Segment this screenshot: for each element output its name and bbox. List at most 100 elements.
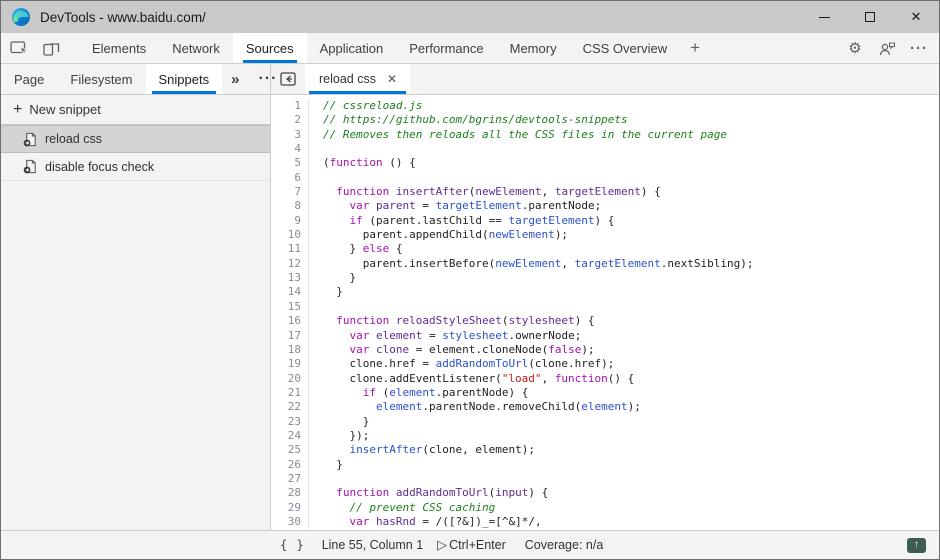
tab-elements[interactable]: Elements — [79, 33, 159, 63]
line-number[interactable]: 29 — [271, 501, 308, 515]
code-line[interactable]: 20 clone.addEventListener("load", functi… — [271, 372, 939, 386]
code-line[interactable]: 3// Removes then reloads all the CSS fil… — [271, 128, 939, 142]
line-number[interactable]: 2 — [271, 113, 308, 127]
more-tabs-chevron-icon[interactable]: » — [222, 64, 248, 94]
line-number[interactable]: 14 — [271, 285, 308, 299]
close-button[interactable]: ✕ — [893, 1, 939, 33]
line-number[interactable]: 20 — [271, 372, 308, 386]
line-number[interactable]: 25 — [271, 443, 308, 457]
code-line[interactable]: 19 clone.href = addRandomToUrl(clone.hre… — [271, 357, 939, 371]
code-line[interactable]: 22 element.parentNode.removeChild(elemen… — [271, 400, 939, 414]
code-line[interactable]: 26 } — [271, 458, 939, 472]
close-tab-icon[interactable]: ✕ — [384, 71, 400, 87]
sidebar-tab-filesystem[interactable]: Filesystem — [57, 64, 145, 94]
line-number[interactable]: 5 — [271, 156, 308, 170]
inspect-element-icon[interactable] — [3, 33, 35, 63]
code-line[interactable]: 12 parent.insertBefore(newElement, targe… — [271, 257, 939, 271]
line-number[interactable]: 3 — [271, 128, 308, 142]
tab-memory[interactable]: Memory — [497, 33, 570, 63]
code-line[interactable]: 18 var clone = element.cloneNode(false); — [271, 343, 939, 357]
code-line[interactable]: 5(function () { — [271, 156, 939, 170]
sidebar-tab-page[interactable]: Page — [1, 64, 57, 94]
line-number[interactable]: 19 — [271, 357, 308, 371]
code-line[interactable]: 17 var element = stylesheet.ownerNode; — [271, 329, 939, 343]
line-number[interactable]: 27 — [271, 472, 308, 486]
settings-gear-icon[interactable]: ⚙ — [839, 33, 871, 63]
line-number[interactable]: 9 — [271, 214, 308, 228]
line-number[interactable]: 21 — [271, 386, 308, 400]
hide-navigator-icon[interactable] — [271, 64, 305, 94]
code-line[interactable]: 11 } else { — [271, 242, 939, 256]
line-number[interactable]: 30 — [271, 515, 308, 529]
code-line[interactable]: 7 function insertAfter(newElement, targe… — [271, 185, 939, 199]
line-number[interactable]: 10 — [271, 228, 308, 242]
line-number[interactable]: 23 — [271, 415, 308, 429]
code-line[interactable]: 30 var hasRnd = /([?&])_=[^&]*/, — [271, 515, 939, 529]
snippet-name: reload css — [45, 132, 102, 146]
code-line[interactable]: 23 } — [271, 415, 939, 429]
line-number[interactable]: 11 — [271, 242, 308, 256]
line-number[interactable]: 15 — [271, 300, 308, 314]
line-number[interactable]: 6 — [271, 171, 308, 185]
code-line[interactable]: 16 function reloadStyleSheet(stylesheet)… — [271, 314, 939, 328]
feedback-icon[interactable] — [871, 33, 903, 63]
more-options-icon[interactable]: ··· — [903, 33, 935, 63]
code-line[interactable]: 27 — [271, 472, 939, 486]
tab-network[interactable]: Network — [159, 33, 233, 63]
device-emulation-icon[interactable] — [35, 33, 67, 63]
code-line[interactable]: 13 } — [271, 271, 939, 285]
tab-application[interactable]: Application — [307, 33, 397, 63]
gutter-divider — [308, 242, 315, 256]
line-number[interactable]: 24 — [271, 429, 308, 443]
editor-tab-reload-css[interactable]: reload css ✕ — [305, 64, 410, 94]
code-line[interactable]: 2// https://github.com/bgrins/devtools-s… — [271, 113, 939, 127]
tab-sources[interactable]: Sources — [233, 33, 307, 63]
code-line[interactable]: 10 parent.appendChild(newElement); — [271, 228, 939, 242]
code-line[interactable]: 8 var parent = targetElement.parentNode; — [271, 199, 939, 213]
format-code-button[interactable]: { } — [280, 538, 305, 552]
code-line[interactable]: 15 — [271, 300, 939, 314]
sidebar-tab-snippets[interactable]: Snippets — [146, 64, 223, 94]
gutter-divider — [308, 156, 315, 170]
add-panel-icon[interactable]: + — [680, 33, 710, 63]
new-snippet-label: New snippet — [29, 102, 101, 117]
line-number[interactable]: 17 — [271, 329, 308, 343]
run-snippet-hint[interactable]: ▷ Ctrl+Enter — [437, 537, 506, 553]
snippet-item-disable-focus-check[interactable]: disable focus check — [1, 153, 270, 181]
line-number[interactable]: 12 — [271, 257, 308, 271]
code-line[interactable]: 9 if (parent.lastChild == targetElement)… — [271, 214, 939, 228]
code-text: element.parentNode.removeChild(element); — [315, 400, 641, 414]
code-line[interactable]: 21 if (element.parentNode) { — [271, 386, 939, 400]
code-line[interactable]: 14 } — [271, 285, 939, 299]
code-line[interactable]: 24 }); — [271, 429, 939, 443]
line-number[interactable]: 18 — [271, 343, 308, 357]
new-snippet-button[interactable]: + New snippet — [1, 95, 270, 125]
open-drawer-icon[interactable]: ↑ — [907, 538, 926, 553]
gutter-divider — [308, 372, 315, 386]
line-number[interactable]: 16 — [271, 314, 308, 328]
line-number[interactable]: 7 — [271, 185, 308, 199]
snippet-item-reload-css[interactable]: reload css — [1, 125, 270, 153]
code-line[interactable]: 28 function addRandomToUrl(input) { — [271, 486, 939, 500]
editor-tab-bar: reload css ✕ — [271, 64, 939, 94]
code-line[interactable]: 6 — [271, 171, 939, 185]
code-text — [315, 171, 323, 185]
line-number[interactable]: 28 — [271, 486, 308, 500]
minimize-button[interactable] — [801, 1, 847, 33]
line-number[interactable]: 22 — [271, 400, 308, 414]
line-number[interactable]: 26 — [271, 458, 308, 472]
code-text: parent.insertBefore(newElement, targetEl… — [315, 257, 753, 271]
code-line[interactable]: 25 insertAfter(clone, element); — [271, 443, 939, 457]
line-number[interactable]: 1 — [271, 99, 308, 113]
maximize-button[interactable] — [847, 1, 893, 33]
tab-css-overview[interactable]: CSS Overview — [570, 33, 681, 63]
line-number[interactable]: 13 — [271, 271, 308, 285]
line-number[interactable]: 8 — [271, 199, 308, 213]
line-number[interactable]: 4 — [271, 142, 308, 156]
gutter-divider — [308, 486, 315, 500]
code-line[interactable]: 1// cssreload.js — [271, 99, 939, 113]
code-line[interactable]: 29 // prevent CSS caching — [271, 501, 939, 515]
tab-performance[interactable]: Performance — [396, 33, 496, 63]
code-editor[interactable]: 1// cssreload.js2// https://github.com/b… — [271, 95, 939, 530]
code-line[interactable]: 4 — [271, 142, 939, 156]
